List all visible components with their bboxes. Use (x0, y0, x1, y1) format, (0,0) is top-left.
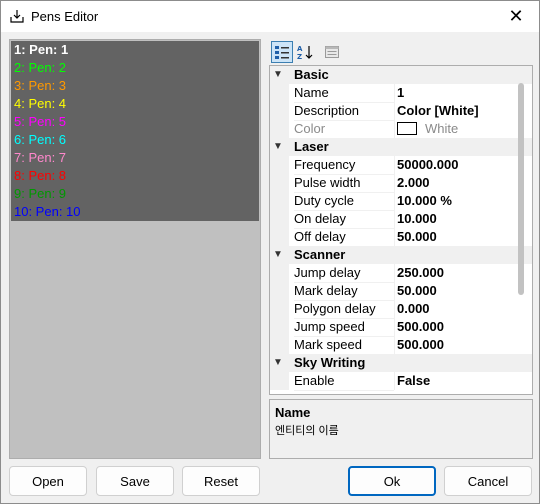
property-value-mark-delay[interactable]: 50.000 (397, 282, 517, 300)
open-button[interactable]: Open (9, 466, 87, 496)
property-row-enable[interactable]: Enable False (270, 372, 532, 391)
pen-list-item-4[interactable]: 4: Pen: 4 (11, 95, 259, 113)
category-laser[interactable]: ▼ Laser (270, 138, 532, 156)
pen-list-item-10[interactable]: 10: Pen: 10 (11, 203, 259, 221)
categorized-view-icon (275, 46, 289, 59)
description-text: 엔티티의 이름 (275, 425, 339, 437)
property-row-name[interactable]: Name 1 (270, 84, 532, 103)
collapse-chevron-icon[interactable]: ▼ (273, 66, 287, 84)
property-value-duty-cycle[interactable]: 10.000 % (397, 192, 517, 210)
property-pages-button[interactable] (321, 41, 343, 63)
property-row-on-delay[interactable]: On delay 10.000 (270, 210, 532, 229)
close-icon: ✕ (508, 6, 524, 26)
cancel-button[interactable]: Cancel (444, 466, 532, 496)
property-value-on-delay[interactable]: 10.000 (397, 210, 517, 228)
pen-list-item-3[interactable]: 3: Pen: 3 (11, 77, 259, 95)
property-value-mark-speed[interactable]: 500.000 (397, 336, 517, 354)
property-value-jump-delay[interactable]: 250.000 (397, 264, 517, 282)
property-row-duty-cycle[interactable]: Duty cycle 10.000 % (270, 192, 532, 211)
property-value-description[interactable]: Color [White] (397, 102, 517, 120)
property-grid[interactable]: ▼ Basic Name 1 Description Color [White]… (269, 65, 533, 395)
description-panel: Name 엔티티의 이름 (269, 399, 533, 459)
close-button[interactable]: ✕ (493, 1, 539, 32)
property-row-frequency[interactable]: Frequency 50000.000 (270, 156, 532, 175)
pen-list-panel[interactable]: 1: Pen: 1 2: Pen: 2 3: Pen: 3 4: Pen: 4 … (9, 39, 261, 459)
category-scanner[interactable]: ▼ Scanner (270, 246, 532, 264)
pens-editor-window: Pens Editor ✕ 1: Pen: 1 2: Pen: 2 3: Pen… (0, 0, 540, 504)
property-grid-toolbar: A Z (269, 39, 533, 65)
svg-text:A: A (297, 45, 303, 53)
property-row-pulse-width[interactable]: Pulse width 2.000 (270, 174, 532, 193)
save-button[interactable]: Save (96, 466, 174, 496)
category-sky-writing[interactable]: ▼ Sky Writing (270, 354, 532, 372)
property-value-pulse-width[interactable]: 2.000 (397, 174, 517, 192)
property-row-mark-speed[interactable]: Mark speed 500.000 (270, 336, 532, 355)
property-value-name[interactable]: 1 (397, 84, 517, 102)
property-value-color: White (397, 120, 517, 138)
property-row-jump-speed[interactable]: Jump speed 500.000 (270, 318, 532, 337)
property-value-frequency[interactable]: 50000.000 (397, 156, 517, 174)
property-row-off-delay[interactable]: Off delay 50.000 (270, 228, 532, 247)
pen-list-item-9[interactable]: 9: Pen: 9 (11, 185, 259, 203)
property-row-description[interactable]: Description Color [White] (270, 102, 532, 121)
color-swatch (397, 122, 417, 135)
property-row-jump-delay[interactable]: Jump delay 250.000 (270, 264, 532, 283)
alphabetical-sort-button[interactable]: A Z (294, 41, 316, 63)
collapse-chevron-icon[interactable]: ▼ (273, 354, 287, 372)
pen-list[interactable]: 1: Pen: 1 2: Pen: 2 3: Pen: 3 4: Pen: 4 … (11, 41, 259, 221)
description-title: Name (275, 405, 311, 420)
title-bar[interactable]: Pens Editor ✕ (1, 1, 539, 32)
collapse-chevron-icon[interactable]: ▼ (273, 138, 287, 156)
category-basic[interactable]: ▼ Basic (270, 66, 532, 84)
pen-list-item-6[interactable]: 6: Pen: 6 (11, 131, 259, 149)
pen-list-item-7[interactable]: 7: Pen: 7 (11, 149, 259, 167)
pen-list-item-5[interactable]: 5: Pen: 5 (11, 113, 259, 131)
property-row-color[interactable]: Color White (270, 120, 532, 139)
ok-button[interactable]: Ok (348, 466, 436, 496)
import-arrow-icon (10, 10, 24, 23)
pen-list-item-8[interactable]: 8: Pen: 8 (11, 167, 259, 185)
property-value-enable[interactable]: False (397, 372, 517, 390)
property-value-off-delay[interactable]: 50.000 (397, 228, 517, 246)
svg-text:Z: Z (297, 53, 302, 60)
reset-button[interactable]: Reset (182, 466, 260, 496)
property-row-polygon-delay[interactable]: Polygon delay 0.000 (270, 300, 532, 319)
pen-list-item-1[interactable]: 1: Pen: 1 (11, 41, 259, 59)
window-title: Pens Editor (31, 9, 99, 24)
property-value-polygon-delay[interactable]: 0.000 (397, 300, 517, 318)
property-value-jump-speed[interactable]: 500.000 (397, 318, 517, 336)
property-grid-scrollbar[interactable] (518, 83, 524, 295)
property-row-mark-delay[interactable]: Mark delay 50.000 (270, 282, 532, 301)
alphabetical-sort-icon: A Z (297, 45, 313, 60)
property-pages-icon (325, 46, 339, 58)
pen-list-item-2[interactable]: 2: Pen: 2 (11, 59, 259, 77)
categorized-view-button[interactable] (271, 41, 293, 63)
collapse-chevron-icon[interactable]: ▼ (273, 246, 287, 264)
